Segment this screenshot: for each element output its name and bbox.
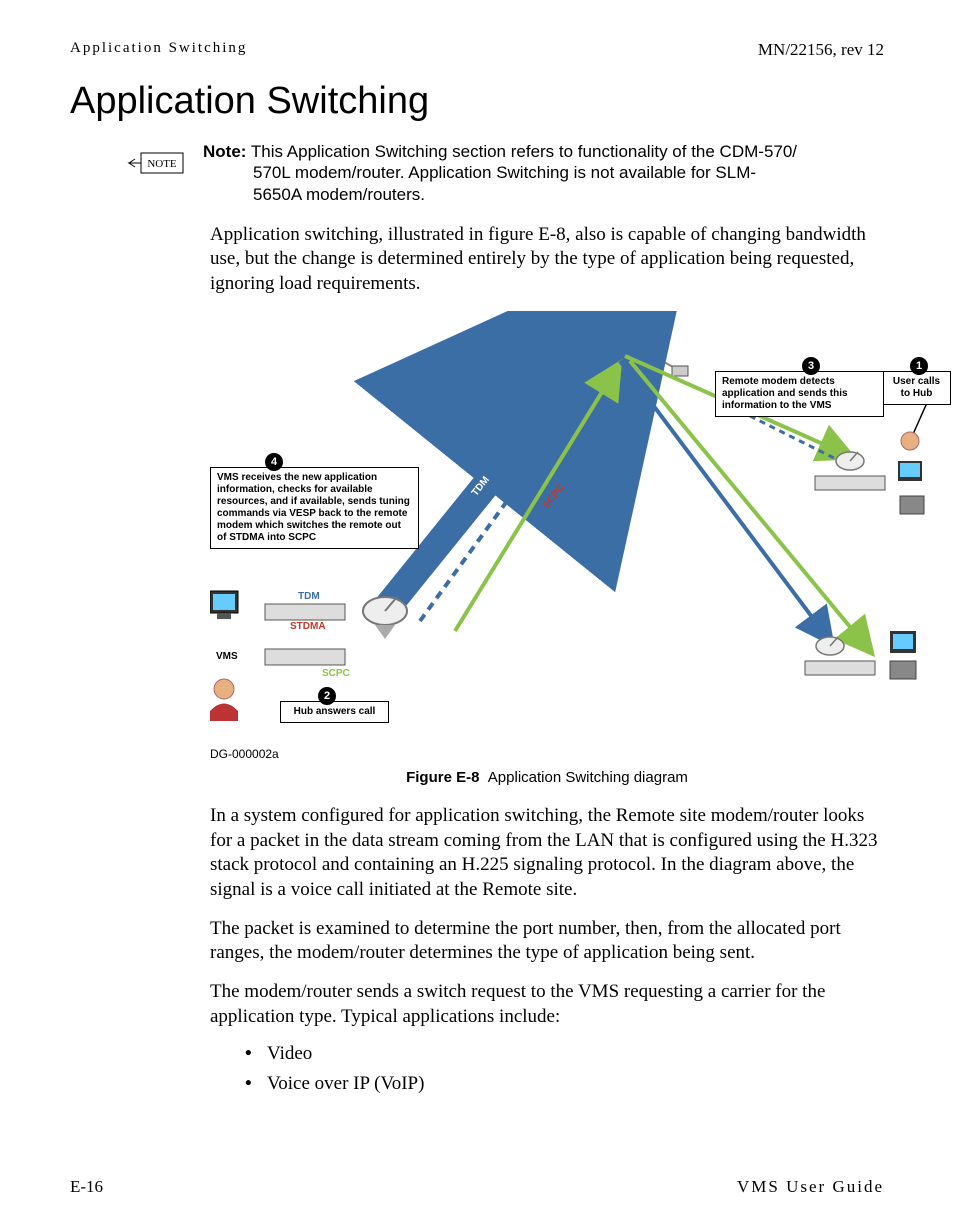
list-item: Voice over IP (VoIP) [245,1073,884,1095]
figure-block: TDM STDMA SCPC TDM STDMA SCPC VMS 1 2 3 … [210,311,884,741]
diagram-box-2: Hub answers call [280,701,389,723]
paragraph-4: The modem/router sends a switch request … [210,980,884,1029]
paragraph-1: Application switching, illustrated in fi… [210,223,884,297]
page-footer: E-16 VMS User Guide [70,1177,884,1197]
diagram-box-1: User calls to Hub [882,371,951,405]
figure-number: Figure E-8 [406,769,479,786]
diagram-label-tdm: TDM [298,591,320,602]
diagram-badge-4: 4 [265,453,283,471]
note-icon: NOTE [125,147,185,188]
figure-caption-text: Application Switching diagram [488,769,688,786]
diagram-id: DG-000002a [210,747,884,761]
diagram-label-scpc: SCPC [322,668,350,679]
diagram-box-4: VMS receives the new application informa… [210,467,419,549]
note-text: Note: This Application Switching section… [203,141,797,205]
header-right: MN/22156, rev 12 [758,40,884,60]
diagram-box-3: Remote modem detects application and sen… [715,371,884,417]
page-header: Application Switching MN/22156, rev 12 [70,40,884,60]
paragraph-2: In a system configured for application s… [210,804,884,903]
diagram-badge-2: 2 [318,687,336,705]
diagram-badge-3: 3 [802,357,820,375]
diagram: TDM STDMA SCPC TDM STDMA SCPC VMS 1 2 3 … [210,311,940,741]
header-left: Application Switching [70,40,247,60]
note-label: Note: [203,142,246,161]
diagram-badge-1: 1 [910,357,928,375]
list-item: Video [245,1043,884,1065]
note-icon-text: NOTE [147,158,177,170]
note-line1: This Application Switching section refer… [251,142,797,161]
note-block: NOTE Note: This Application Switching se… [125,141,884,205]
page-title: Application Switching [70,80,884,123]
note-line3: 5650A modem/routers. [203,184,797,205]
footer-left: E-16 [70,1177,103,1197]
figure-caption: Figure E-8 Application Switching diagram [210,769,884,786]
diagram-label-stdma: STDMA [290,621,326,632]
diagram-label-vms: VMS [216,651,238,662]
paragraph-3: The packet is examined to determine the … [210,917,884,966]
footer-right: VMS User Guide [737,1177,884,1197]
note-line2: 570L modem/router. Application Switching… [203,162,797,183]
bullet-list: Video Voice over IP (VoIP) [245,1043,884,1095]
